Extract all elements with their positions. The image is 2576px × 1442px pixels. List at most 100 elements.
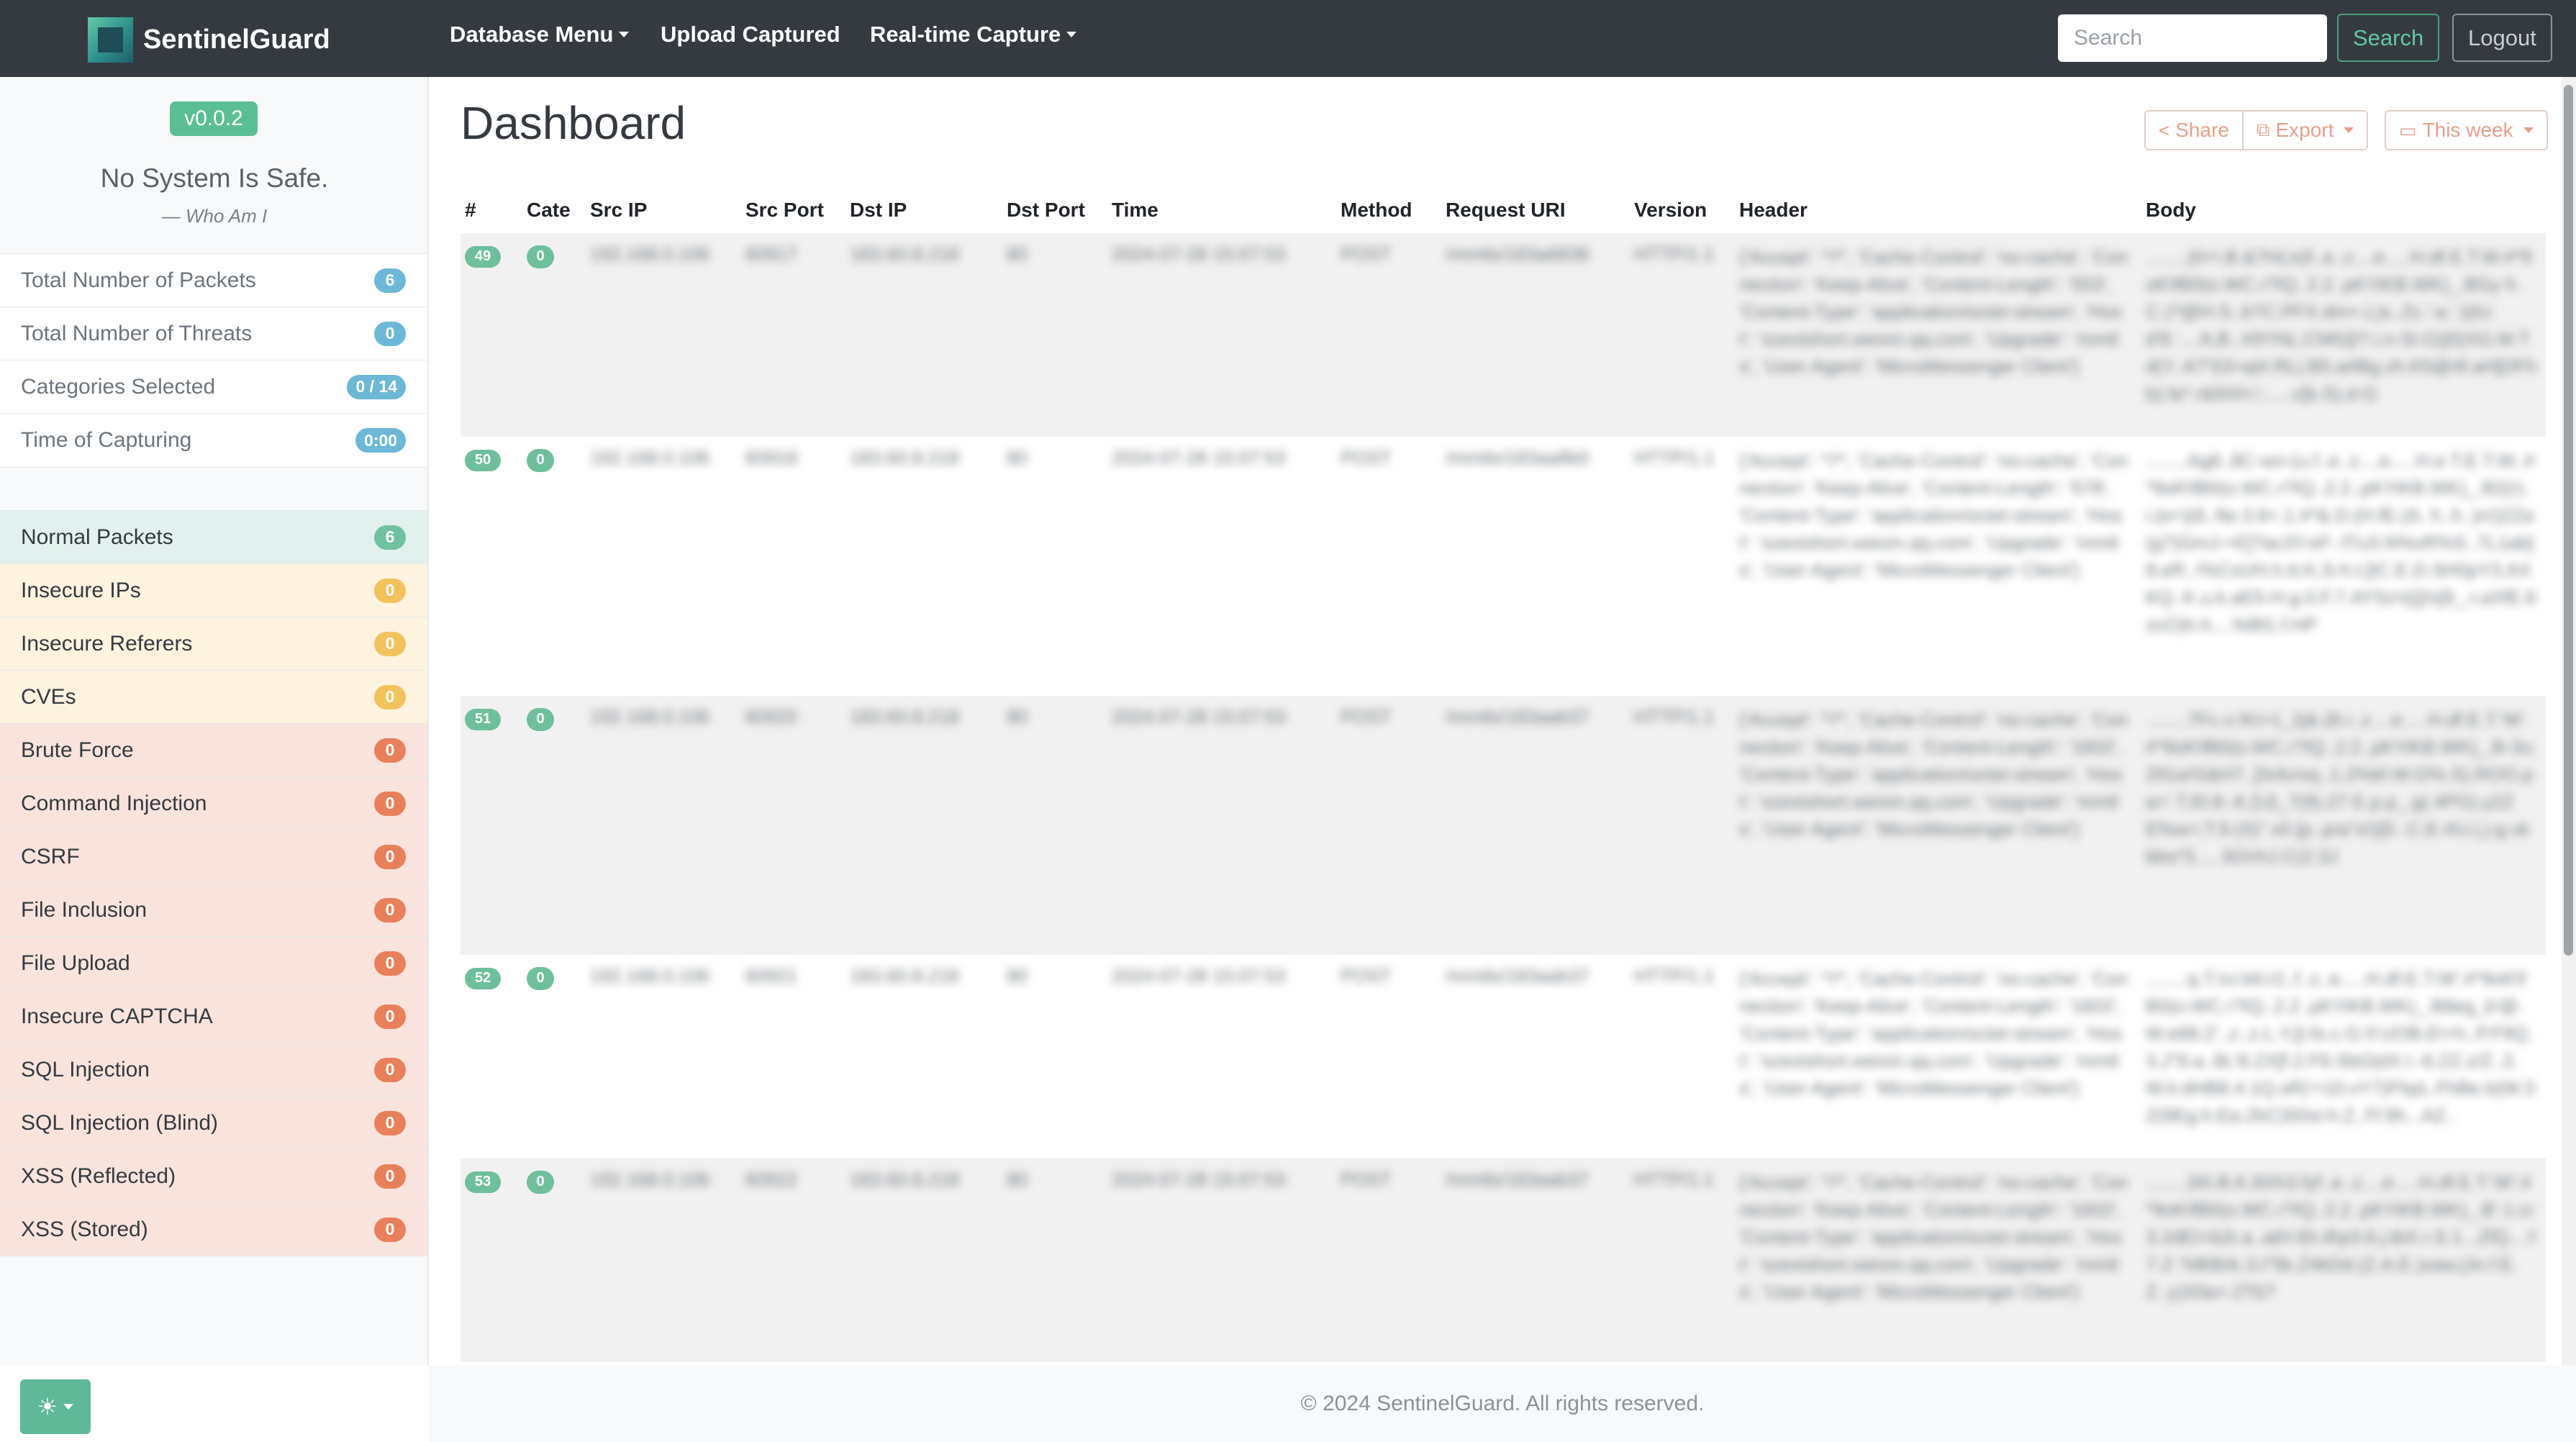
cell-value: 183.60.8.218 [850,706,959,727]
share-button[interactable]: < Share [2144,110,2244,150]
cell-value: /mmtls/183aab37 [1446,706,1589,727]
cell-value: HTTP/1.1 [1634,447,1715,468]
cell-src-ip: 192.168.0.106 [586,955,741,1158]
stat-label: Categories Selected [21,374,216,399]
cell-method: POST [1336,233,1441,437]
category-item[interactable]: Insecure CAPTCHA 0 [0,990,427,1043]
cell-value: HTTP/1.1 [1634,1169,1715,1190]
category-item[interactable]: Normal Packets 6 [0,511,427,564]
category-item[interactable]: SQL Injection (Blind) 0 [0,1097,427,1150]
date-range-label: This week [2422,119,2513,141]
column-header[interactable]: Cate [522,189,586,233]
cell-value: ........Ag8.,8C-wn-(u.f..e..z....e.....H… [2146,450,2536,635]
cell-value: {'Accept': '*/*', 'Cache-Control': 'no-c… [1739,709,2128,840]
search-input[interactable] [2058,14,2327,62]
category-badge: 0 [527,1170,554,1194]
cell-value: 60920 [745,706,798,727]
cell-value: /mmtls/183aab37 [1446,965,1589,987]
category-label: XSS (Stored) [21,1217,148,1241]
cell-header: {'Accept': '*/*', 'Cache-Control': 'no-c… [1735,1158,2141,1362]
category-item[interactable]: Command Injection 0 [0,777,427,830]
category-badge: 0 [527,707,554,731]
cell-value: 183.60.8.218 [850,243,959,265]
cell-method: POST [1336,696,1441,955]
table-row[interactable]: 50 0 192.168.0.106 60918 183.60.8.218 80 2024-… [461,437,2546,696]
search-button[interactable]: Search [2337,14,2440,62]
column-header[interactable]: Version [1630,189,1735,233]
packet-table-container[interactable]: # Cate Src IP Src Port Dst IP Dst Port Time Met… [461,189,2546,1366]
column-header[interactable]: Time [1107,189,1336,233]
column-header[interactable]: Src Port [741,189,845,233]
cell-body: ........)0+\.B.&7H(;e)f..e..z....e.....H… [2141,233,2546,437]
cell-value: POST [1341,965,1392,987]
nav-upload-captured[interactable]: Upload Captured [661,22,840,47]
category-label: Brute Force [21,738,134,762]
cell-src-port: 60917 [741,233,845,437]
cell-uri: /mmtls/183aab37 [1441,1158,1630,1362]
table-row[interactable]: 49 0 192.168.0.106 60917 183.60.8.218 80 2024-… [461,233,2546,437]
date-range-button[interactable]: ▭ This week [2385,110,2548,150]
column-header[interactable]: Src IP [586,189,741,233]
cell-dst-port: 80 [1002,696,1107,955]
nav-realtime-capture[interactable]: Real-time Capture [870,22,1077,47]
cell-version: HTTP/1.1 [1630,437,1735,696]
category-count-badge: 0 [374,738,406,763]
category-count-badge: 0 [374,897,406,922]
column-header[interactable]: Dst Port [1002,189,1107,233]
category-item[interactable]: File Inclusion 0 [0,884,427,937]
stat-time-of-capturing: Time of Capturing 0:00 [0,414,427,467]
column-header[interactable]: Body [2141,189,2546,233]
category-item[interactable]: Brute Force 0 [0,724,427,777]
cell-value: HTTP/1.1 [1634,706,1715,727]
nav-database-menu-label: Database Menu [450,22,614,47]
category-item[interactable]: Insecure IPs 0 [0,564,427,617]
category-item[interactable]: XSS (Stored) 0 [0,1203,427,1256]
cell-dst-port: 80 [1002,955,1107,1158]
category-badge: 0 [527,966,554,990]
cell-value: 60918 [745,447,798,468]
category-count-badge: 0 [374,1217,406,1242]
export-button[interactable]: ⧉ Export [2243,110,2369,150]
category-item[interactable]: CSRF 0 [0,830,427,884]
category-item[interactable]: File Upload 0 [0,937,427,990]
category-item[interactable]: XSS (Reflected) 0 [0,1150,427,1203]
export-label: Export [2275,119,2334,141]
table-row[interactable]: 51 0 192.168.0.106 60920 183.60.8.218 80 2024-… [461,696,2546,955]
column-header[interactable]: Method [1336,189,1441,233]
category-count-badge: 0 [374,1110,406,1135]
motto: No System Is Safe. [100,163,329,193]
category-item[interactable]: CVEs 0 [0,671,427,724]
cell-dst-ip: 183.60.8.218 [845,437,1002,696]
stat-badge: 0 / 14 [347,374,406,399]
nav-database-menu[interactable]: Database Menu [450,22,630,47]
table-row[interactable]: 52 0 192.168.0.106 60921 183.60.8.218 80 2024-… [461,955,2546,1158]
cell-value: ........7Fc.v;!Ki>1_2j&.(8.r..z....e....… [2146,709,2536,867]
logout-button[interactable]: Logout [2452,14,2552,62]
column-header[interactable]: Request URI [1441,189,1630,233]
cell-category: 0 [522,955,586,1158]
cell-src-ip: 192.168.0.106 [586,233,741,437]
theme-toggle-button[interactable]: ☀ [20,1379,91,1434]
cell-value: 60921 [745,965,798,987]
cell-src-ip: 192.168.0.106 [586,1158,741,1362]
category-list: Normal Packets 6 Insecure IPs 0 Insecure Ref… [0,510,427,1256]
brand-name: SentinelGuard [143,24,330,55]
category-label: Normal Packets [21,525,173,549]
external-link-icon: ⧉ [2256,119,2270,140]
category-item[interactable]: SQL Injection 0 [0,1043,427,1097]
footer: © 2024 SentinelGuard. All rights reserve… [429,1365,2576,1442]
cell-value: POST [1341,243,1392,265]
table-row[interactable]: 53 0 192.168.0.106 60922 183.60.8.218 80 2024-… [461,1158,2546,1362]
cell-src-ip: 192.168.0.106 [586,696,741,955]
stat-badge: 0:00 [355,428,406,453]
cell-value: 80 [1007,243,1028,265]
scrollbar-thumb[interactable] [2564,85,2573,956]
brand[interactable]: SentinelGuard [88,17,330,63]
column-header[interactable]: Header [1735,189,2141,233]
row-number-badge: 53 [465,1171,501,1193]
column-header[interactable]: # [461,189,522,233]
column-header[interactable]: Dst IP [845,189,1002,233]
cell-src-port: 60922 [741,1158,845,1362]
category-count-badge: 0 [374,631,406,656]
category-item[interactable]: Insecure Referers 0 [0,617,427,671]
